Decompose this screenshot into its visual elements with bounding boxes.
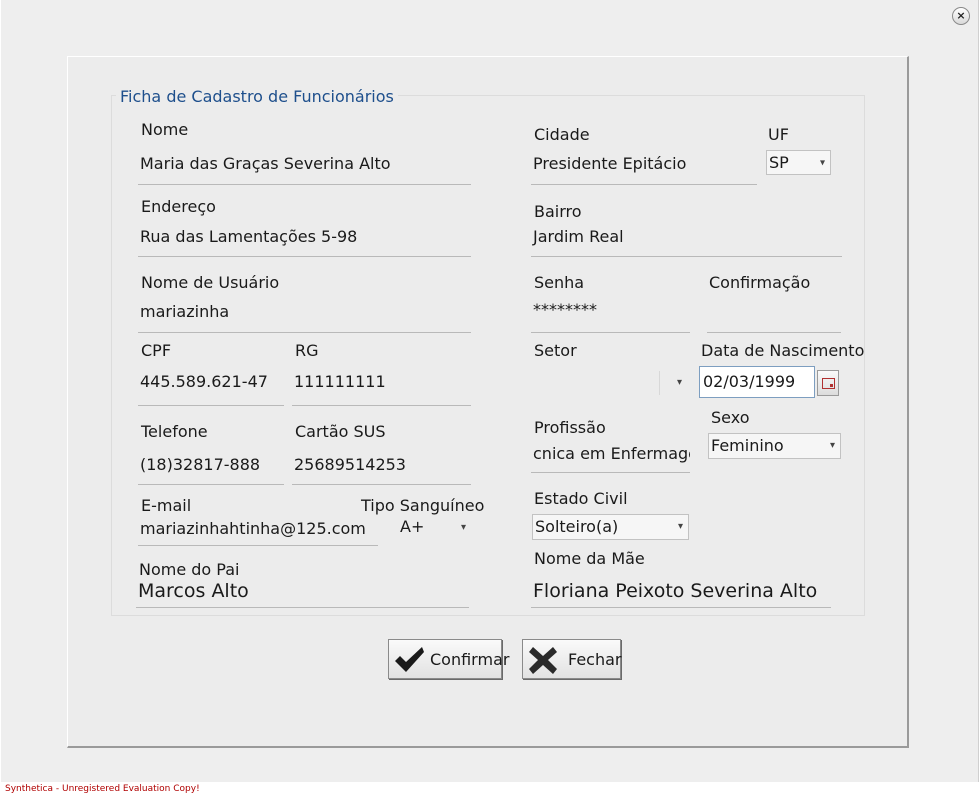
cartao-sus-field[interactable]: 25689514253 [292,449,471,485]
profissao-label: Profissão [534,418,606,437]
telefone-label: Telefone [141,422,208,441]
x-icon [529,647,557,674]
confirmacao-field[interactable] [707,296,841,333]
calendar-button[interactable] [817,370,839,396]
chevron-down-icon: ▾ [819,157,825,168]
email-label: E-mail [141,496,192,515]
endereco-field[interactable]: Rua das Lamentações 5-98 [138,222,471,257]
sexo-value: Feminino [711,436,784,455]
usuario-label: Nome de Usuário [141,273,280,292]
calendar-icon [821,378,835,389]
uf-value: SP [769,153,789,172]
chevron-down-icon: ▾ [677,521,683,532]
nome-label: Nome [141,120,189,139]
bairro-field[interactable]: Jardim Real [531,222,842,257]
checkmark-icon [395,647,424,672]
chevron-down-icon: ▾ [829,440,835,451]
rg-label: RG [295,341,319,360]
fechar-button[interactable]: Fechar [522,639,622,679]
cidade-field[interactable]: Presidente Epitácio [531,148,757,185]
senha-label: Senha [534,273,585,292]
setor-label: Setor [534,341,577,360]
fechar-label: Fechar [568,650,622,669]
tipo-sanguineo-value: A+ [400,517,425,536]
chevron-down-icon: ▾ [460,522,466,533]
rg-field[interactable]: 111111111 [292,366,471,406]
endereco-label: Endereço [141,197,216,216]
evaluation-watermark: Synthetica - Unregistered Evaluation Cop… [5,784,200,794]
cpf-field[interactable]: 445.589.621-47 [138,366,284,406]
setor-divider [659,371,660,395]
close-icon: × [956,9,966,22]
confirmar-button[interactable]: Confirmar [388,639,509,679]
sexo-label: Sexo [711,408,750,427]
chevron-down-icon: ▾ [676,377,682,388]
cartao-sus-label: Cartão SUS [295,422,386,441]
confirmar-label: Confirmar [430,650,510,669]
telefone-field[interactable]: (18)32817-888 [138,449,284,485]
uf-select[interactable]: SP ▾ [766,150,831,175]
estado-civil-select[interactable]: Solteiro(a) ▾ [532,514,689,540]
tipo-sanguineo-select[interactable]: A+ ▾ [398,515,471,541]
form-legend: Ficha de Cadastro de Funcionários [116,87,398,106]
nome-mae-label: Nome da Mãe [534,549,645,568]
data-nascimento-input[interactable]: 02/03/1999 [699,366,815,398]
tipo-sanguineo-label: Tipo Sanguíneo [361,496,485,515]
nome-pai-field[interactable]: Marcos Alto [136,577,469,608]
nome-mae-field[interactable]: Floriana Peixoto Severina Alto [531,577,831,608]
profissao-field[interactable]: cnica em Enfermagem [531,438,690,473]
senha-field[interactable]: ******** [531,296,690,333]
data-nascimento-label: Data de Nascimento [701,341,865,360]
nome-field[interactable]: Maria das Graças Severina Alto [138,148,471,185]
uf-label: UF [768,125,789,144]
bairro-label: Bairro [534,202,582,221]
cpf-label: CPF [141,341,172,360]
usuario-field[interactable]: mariazinha [138,296,471,333]
sexo-select[interactable]: Feminino ▾ [708,433,841,459]
estado-civil-label: Estado Civil [534,489,628,508]
cidade-label: Cidade [534,125,590,144]
confirmacao-label: Confirmação [709,273,811,292]
email-field[interactable]: mariazinhahtinha@125.com [138,515,378,546]
setor-select[interactable]: ▾ [531,367,687,399]
close-window-button[interactable]: × [952,7,970,25]
estado-civil-value: Solteiro(a) [535,517,619,536]
